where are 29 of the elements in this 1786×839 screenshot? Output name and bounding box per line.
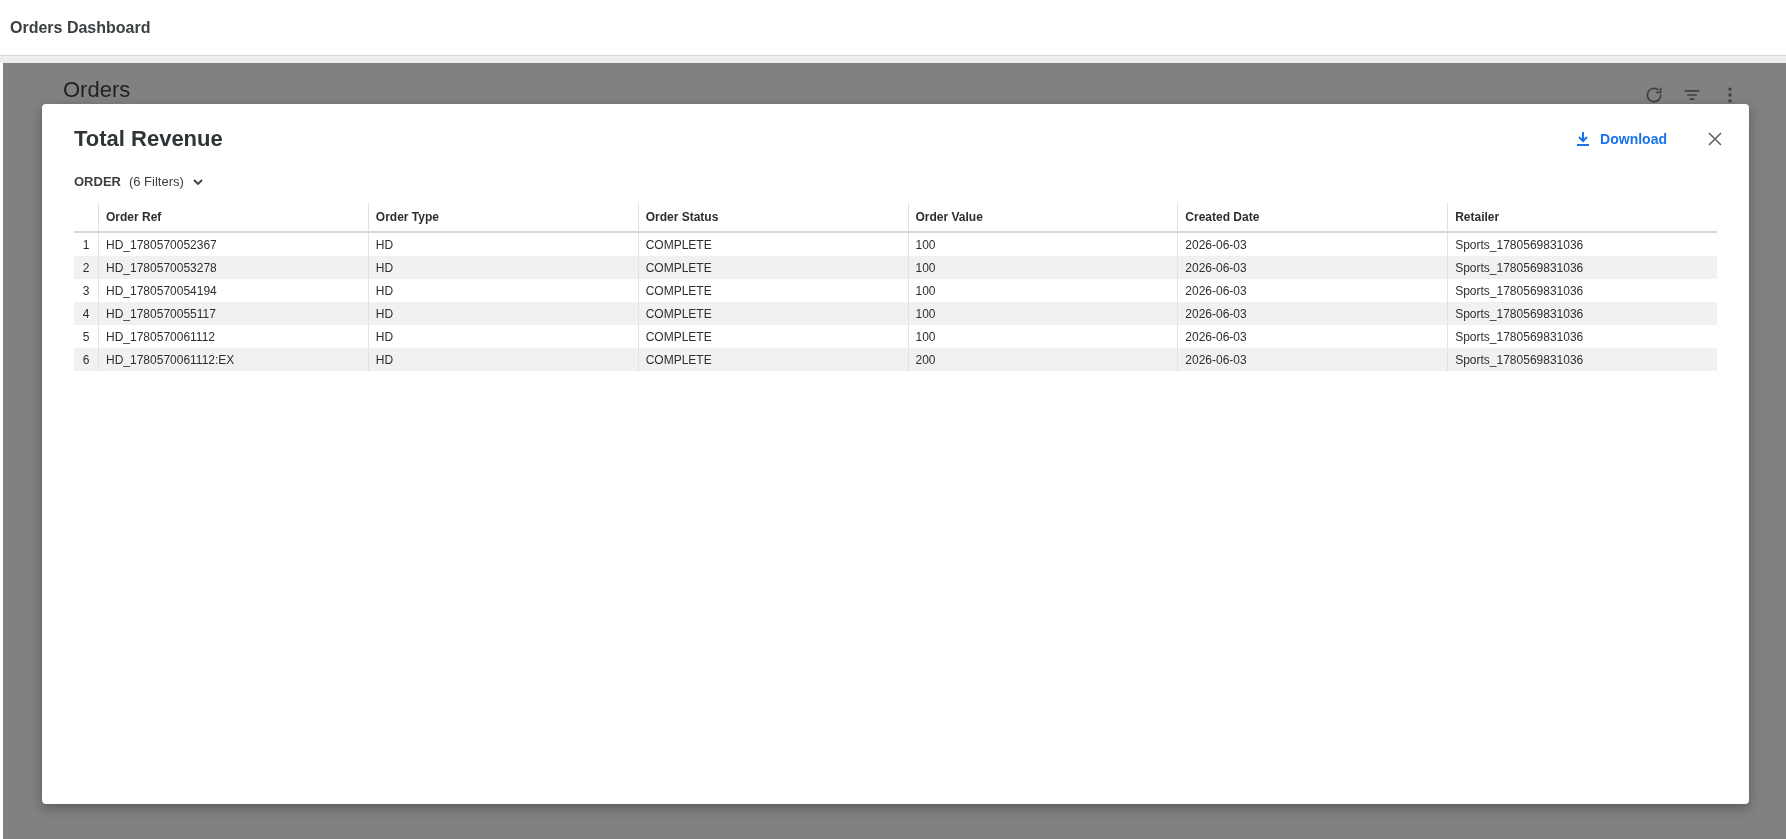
table-cell: 100 bbox=[907, 302, 1178, 325]
table-cell: HD bbox=[367, 256, 638, 279]
filter-toggle[interactable]: ORDER (6 Filters) bbox=[74, 174, 204, 189]
table-cell: HD bbox=[367, 348, 638, 371]
page-title: Orders bbox=[63, 77, 131, 103]
row-number: 2 bbox=[74, 256, 98, 279]
table-cell: HD_1780570061112:EX bbox=[98, 348, 368, 371]
table-cell: 2026-06-03 bbox=[1177, 302, 1448, 325]
table-cell: COMPLETE bbox=[637, 256, 908, 279]
table-cell: 200 bbox=[907, 348, 1178, 371]
table-cell: 2026-06-03 bbox=[1177, 256, 1448, 279]
download-button[interactable]: Download bbox=[1570, 127, 1673, 151]
table-cell: Sports_1780569831036 bbox=[1447, 302, 1717, 325]
table-cell: HD bbox=[367, 302, 638, 325]
table-cell: COMPLETE bbox=[637, 348, 908, 371]
table-cell: Sports_1780569831036 bbox=[1447, 348, 1717, 371]
download-icon bbox=[1576, 131, 1591, 147]
table-cell: Sports_1780569831036 bbox=[1447, 256, 1717, 279]
table-cell: HD_1780570053278 bbox=[98, 256, 368, 279]
table-cell: 100 bbox=[907, 256, 1178, 279]
table-cell: 2026-06-03 bbox=[1177, 348, 1448, 371]
dialog-title: Total Revenue bbox=[74, 126, 223, 152]
row-number: 6 bbox=[74, 348, 98, 371]
app-title: Orders Dashboard bbox=[10, 18, 151, 37]
table-cell: HD_1780570055117 bbox=[98, 302, 368, 325]
close-icon bbox=[1707, 131, 1723, 147]
refresh-icon[interactable] bbox=[1644, 85, 1664, 105]
row-number: 4 bbox=[74, 302, 98, 325]
table-cell: COMPLETE bbox=[637, 302, 908, 325]
